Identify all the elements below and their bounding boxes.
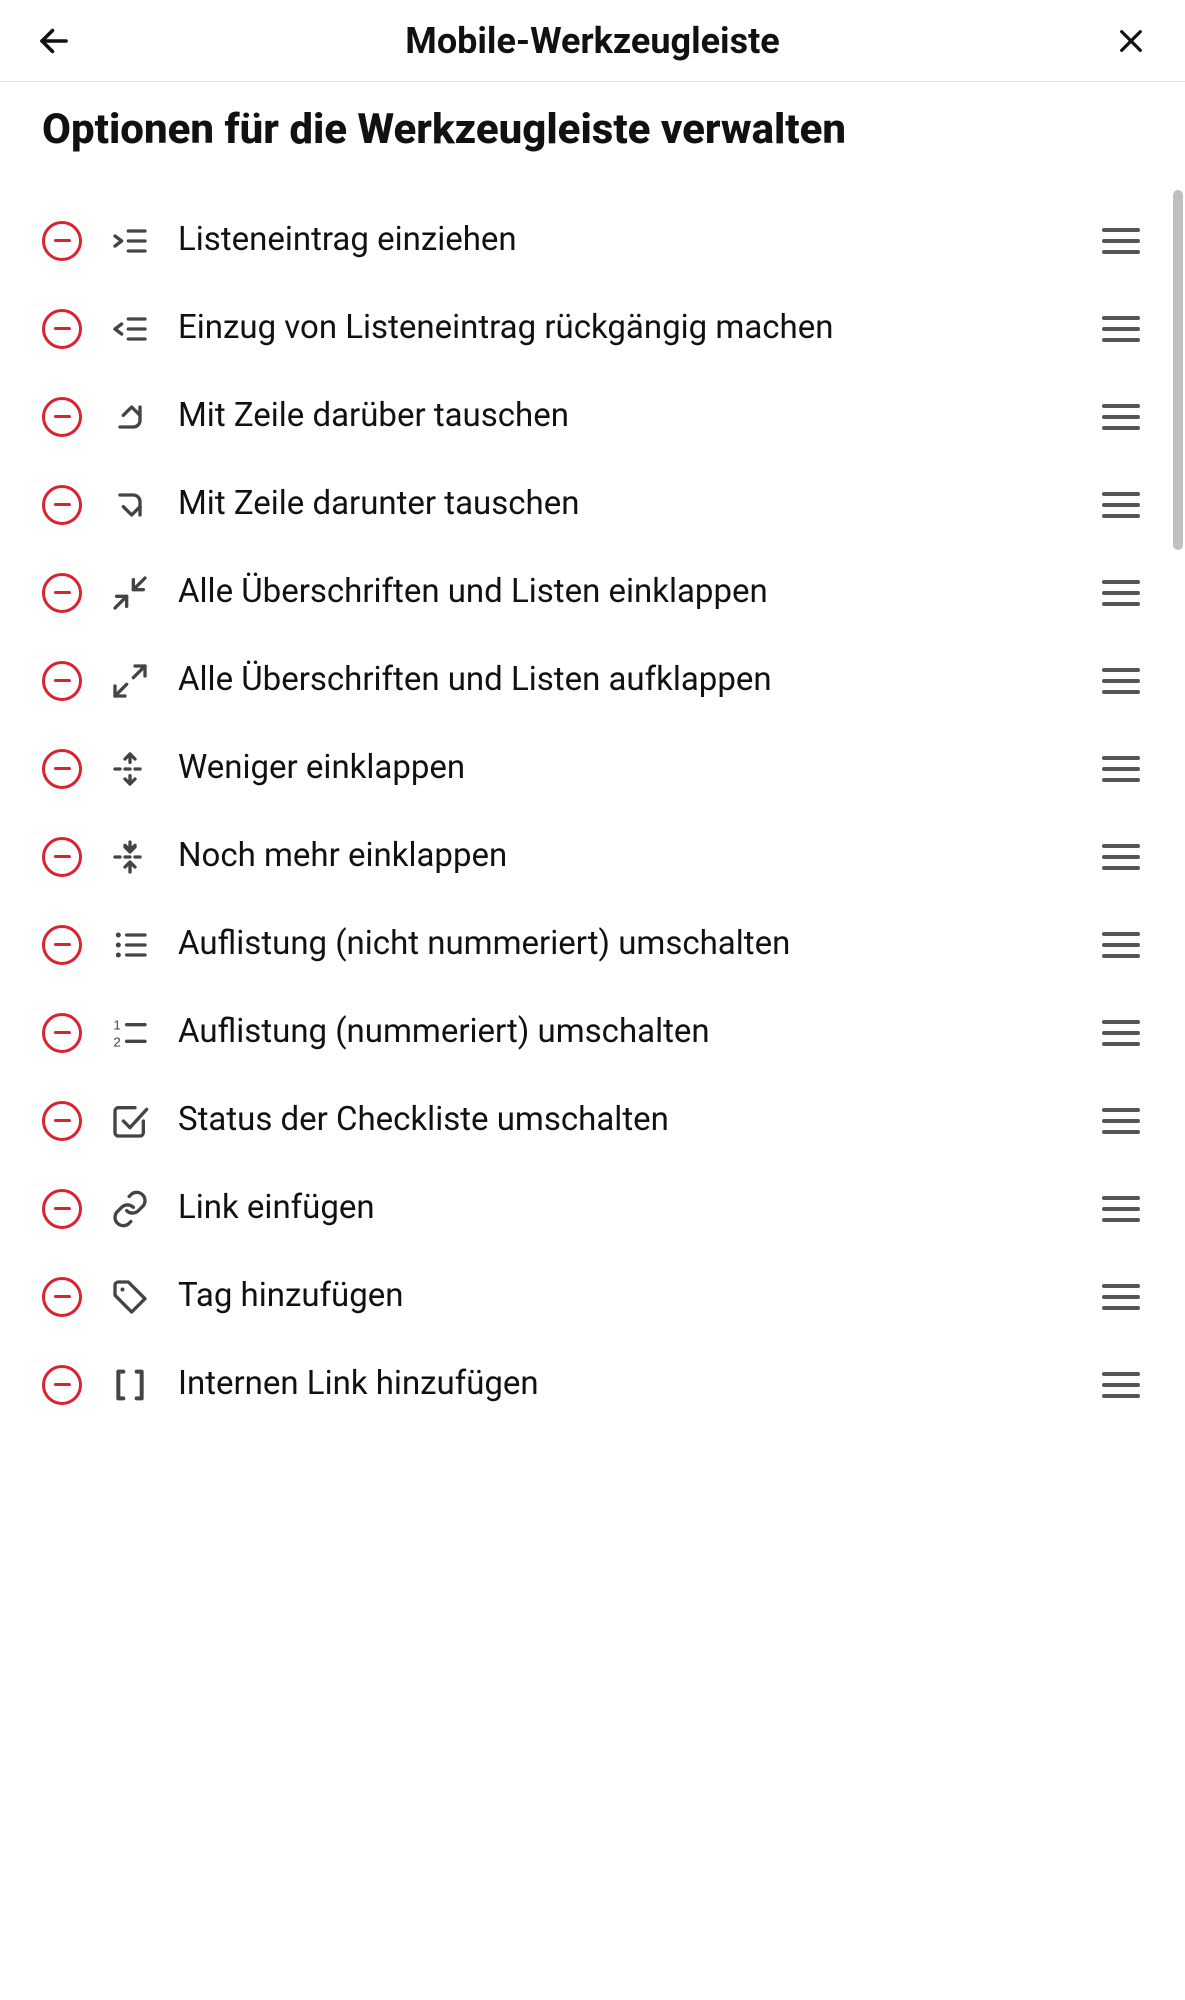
drag-handle[interactable] xyxy=(1099,1187,1143,1231)
list-item: Alle Überschriften und Listen einklappen xyxy=(42,549,1143,637)
bullet-list-icon xyxy=(108,923,152,967)
list-item-label: Internen Link hinzufügen xyxy=(178,1362,1073,1407)
indent-list-icon xyxy=(108,219,152,263)
unindent-list-icon xyxy=(108,307,152,351)
list-item: Weniger einklappen xyxy=(42,725,1143,813)
checklist-icon xyxy=(108,1099,152,1143)
link-icon xyxy=(108,1187,152,1231)
svg-text:2: 2 xyxy=(113,1034,120,1049)
remove-button[interactable] xyxy=(42,1101,82,1141)
arrow-left-icon xyxy=(36,23,72,59)
remove-button[interactable] xyxy=(42,397,82,437)
list-item-label: Weniger einklappen xyxy=(178,746,1073,791)
list-item-label: Listeneintrag einziehen xyxy=(178,218,1073,263)
list-item-label: Auflistung (nicht nummeriert) umschalten xyxy=(178,922,1073,967)
remove-button[interactable] xyxy=(42,573,82,613)
list-item: Status der Checkliste umschalten xyxy=(42,1077,1143,1165)
list-item-label: Einzug von Listeneintrag rückgängig mach… xyxy=(178,306,1073,351)
drag-handle[interactable] xyxy=(1099,571,1143,615)
list-item: Mit Zeile darüber tauschen xyxy=(42,373,1143,461)
internal-link-icon xyxy=(108,1363,152,1407)
list-item-label: Mit Zeile darüber tauschen xyxy=(178,394,1073,439)
remove-button[interactable] xyxy=(42,1277,82,1317)
list-item: Link einfügen xyxy=(42,1165,1143,1253)
list-item: Tag hinzufügen xyxy=(42,1253,1143,1341)
drag-handle[interactable] xyxy=(1099,1363,1143,1407)
drag-handle[interactable] xyxy=(1099,307,1143,351)
list-item-label: Noch mehr einklappen xyxy=(178,834,1073,879)
close-icon xyxy=(1115,25,1147,57)
header: Mobile-Werkzeugleiste xyxy=(0,0,1185,82)
swap-line-up-icon xyxy=(108,395,152,439)
remove-button[interactable] xyxy=(42,221,82,261)
list-item-label: Alle Überschriften und Listen einklappen xyxy=(178,570,1073,615)
svg-text:1: 1 xyxy=(113,1017,120,1032)
list-item: Mit Zeile darunter tauschen xyxy=(42,461,1143,549)
page-title: Mobile-Werkzeugleiste xyxy=(78,20,1107,62)
swap-line-down-icon xyxy=(108,483,152,527)
list-item: Auflistung (nicht nummeriert) umschalten xyxy=(42,901,1143,989)
remove-button[interactable] xyxy=(42,309,82,349)
section-title: Optionen für die Werkzeugleiste verwalte… xyxy=(0,82,1185,197)
list-item: Einzug von Listeneintrag rückgängig mach… xyxy=(42,285,1143,373)
list-item: Noch mehr einklappen xyxy=(42,813,1143,901)
drag-handle[interactable] xyxy=(1099,1099,1143,1143)
close-button[interactable] xyxy=(1107,17,1155,65)
list-item-label: Auflistung (nummeriert) umschalten xyxy=(178,1010,1073,1055)
fold-more-icon xyxy=(108,835,152,879)
list-item-label: Mit Zeile darunter tauschen xyxy=(178,482,1073,527)
list-item: Listeneintrag einziehen xyxy=(42,197,1143,285)
remove-button[interactable] xyxy=(42,661,82,701)
drag-handle[interactable] xyxy=(1099,835,1143,879)
list-item-label: Alle Überschriften und Listen aufklappen xyxy=(178,658,1073,703)
unfold-all-icon xyxy=(108,659,152,703)
remove-button[interactable] xyxy=(42,925,82,965)
remove-button[interactable] xyxy=(42,485,82,525)
drag-handle[interactable] xyxy=(1099,219,1143,263)
list-item: Alle Überschriften und Listen aufklappen xyxy=(42,637,1143,725)
back-button[interactable] xyxy=(30,17,78,65)
toolbar-options-list: Listeneintrag einziehen Einzug von Liste… xyxy=(0,197,1185,1429)
tag-icon xyxy=(108,1275,152,1319)
drag-handle[interactable] xyxy=(1099,395,1143,439)
drag-handle[interactable] xyxy=(1099,1275,1143,1319)
list-item-label: Status der Checkliste umschalten xyxy=(178,1098,1073,1143)
drag-handle[interactable] xyxy=(1099,923,1143,967)
list-item: Internen Link hinzufügen xyxy=(42,1341,1143,1429)
drag-handle[interactable] xyxy=(1099,659,1143,703)
list-item-label: Tag hinzufügen xyxy=(178,1274,1073,1319)
remove-button[interactable] xyxy=(42,837,82,877)
fold-all-icon xyxy=(108,571,152,615)
list-item: 12 Auflistung (nummeriert) umschalten xyxy=(42,989,1143,1077)
drag-handle[interactable] xyxy=(1099,483,1143,527)
fold-less-icon xyxy=(108,747,152,791)
drag-handle[interactable] xyxy=(1099,747,1143,791)
remove-button[interactable] xyxy=(42,1365,82,1405)
list-item-label: Link einfügen xyxy=(178,1186,1073,1231)
numbered-list-icon: 12 xyxy=(108,1011,152,1055)
drag-handle[interactable] xyxy=(1099,1011,1143,1055)
remove-button[interactable] xyxy=(42,1189,82,1229)
remove-button[interactable] xyxy=(42,749,82,789)
remove-button[interactable] xyxy=(42,1013,82,1053)
scrollbar[interactable] xyxy=(1173,190,1183,550)
